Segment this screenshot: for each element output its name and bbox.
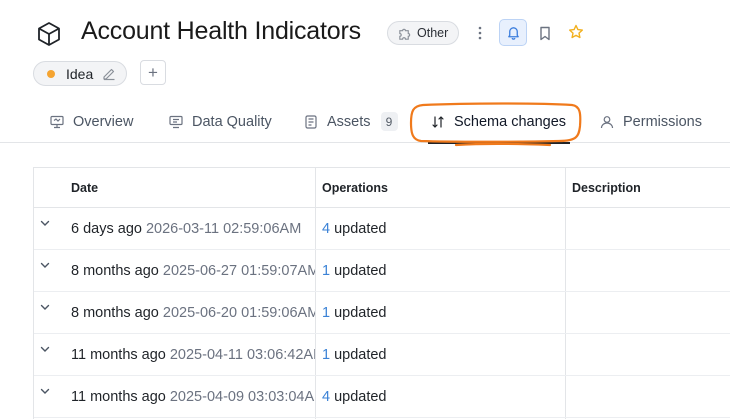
- operations-cell: 1 updated: [322, 250, 562, 292]
- type-badge[interactable]: Other: [387, 21, 460, 45]
- operations-label: updated: [334, 263, 387, 279]
- table-row[interactable]: 8 months ago 2025-06-20 01:59:06AM 1 upd…: [34, 292, 730, 334]
- more-options-button[interactable]: [471, 22, 489, 44]
- relative-date: 11 months ago: [71, 347, 166, 363]
- absolute-date: 2026-03-11 02:59:06AM: [145, 221, 302, 237]
- expand-row-button[interactable]: [37, 342, 53, 356]
- schema-changes-table: Date Operations Description 6 days ago 2…: [33, 167, 730, 419]
- kebab-icon: [478, 26, 482, 40]
- dashboard-icon: [50, 115, 64, 128]
- table-row[interactable]: 8 months ago 2025-06-27 01:59:07AM 1 upd…: [34, 250, 730, 292]
- tab-data-quality[interactable]: Data Quality: [168, 100, 272, 143]
- tab-label: Assets: [327, 113, 371, 130]
- column-header-date[interactable]: Date: [71, 168, 98, 208]
- relative-date: 11 months ago: [71, 389, 166, 405]
- bookmark-icon: [540, 26, 550, 40]
- operations-count[interactable]: 4: [322, 221, 330, 237]
- favorite-button[interactable]: [566, 21, 586, 43]
- date-cell: 11 months ago 2025-04-09 03:03:04AM: [71, 376, 315, 418]
- chevron-down-icon: [40, 304, 50, 310]
- date-cell: 11 months ago 2025-04-11 03:06:42AM: [71, 334, 315, 376]
- relative-date: 6 days ago: [71, 221, 142, 237]
- tab-assets[interactable]: Assets 9: [303, 100, 398, 143]
- tab-label: Overview: [73, 113, 134, 130]
- operations-label: updated: [334, 347, 387, 363]
- tab-label: Data Quality: [192, 113, 272, 130]
- relative-date: 8 months ago: [71, 305, 159, 321]
- absolute-date: 2025-04-11 03:06:42AM: [169, 347, 315, 363]
- assets-icon: [305, 114, 317, 129]
- add-tag-button[interactable]: +: [140, 60, 166, 85]
- page-header: Account Health Indicators Other: [0, 0, 730, 60]
- assets-count-badge: 9: [380, 112, 398, 131]
- expand-row-button[interactable]: [37, 384, 53, 398]
- expand-row-button[interactable]: [37, 216, 53, 230]
- tab-permissions[interactable]: Permissions: [599, 100, 702, 143]
- table-row[interactable]: 11 months ago 2025-04-09 03:03:04AM 4 up…: [34, 376, 730, 418]
- operations-count[interactable]: 4: [322, 389, 330, 405]
- operations-count[interactable]: 1: [322, 305, 330, 321]
- page-title: Account Health Indicators: [81, 17, 361, 45]
- user-icon: [600, 115, 614, 128]
- absolute-date: 2025-06-27 01:59:07AM: [162, 263, 315, 279]
- operations-cell: 4 updated: [322, 376, 562, 418]
- puzzle-icon: [399, 28, 411, 40]
- table-header: Date Operations Description: [34, 168, 730, 208]
- date-cell: 6 days ago 2026-03-11 02:59:06AM: [71, 208, 315, 250]
- chevron-down-icon: [40, 262, 50, 268]
- operations-cell: 1 updated: [322, 334, 562, 376]
- relative-date: 8 months ago: [71, 263, 159, 279]
- column-header-description[interactable]: Description: [572, 168, 641, 208]
- edit-icon[interactable]: [102, 67, 116, 81]
- date-cell: 8 months ago 2025-06-20 01:59:06AM: [71, 292, 315, 334]
- operations-label: updated: [334, 221, 387, 237]
- sort-arrows-icon: [432, 115, 444, 128]
- operations-label: updated: [334, 305, 387, 321]
- status-dot: [47, 69, 55, 78]
- operations-count[interactable]: 1: [322, 347, 330, 363]
- absolute-date: 2025-06-20 01:59:06AM: [162, 305, 315, 321]
- status-badge[interactable]: Idea: [33, 61, 128, 86]
- table-row[interactable]: 11 months ago 2025-04-11 03:06:42AM 1 up…: [34, 334, 730, 376]
- operations-label: updated: [334, 389, 387, 405]
- table-row[interactable]: 6 days ago 2026-03-11 02:59:06AM 4 updat…: [34, 208, 730, 250]
- status-label: Idea: [66, 65, 94, 82]
- tab-label: Permissions: [623, 113, 702, 130]
- cube-icon: [38, 22, 60, 46]
- operations-count[interactable]: 1: [322, 263, 330, 279]
- tab-bar: Overview Data Quality Assets 9 Schema ch…: [0, 100, 730, 144]
- column-header-operations[interactable]: Operations: [322, 168, 388, 208]
- absolute-date: 2025-04-09 03:03:04AM: [169, 389, 315, 405]
- tab-schema-changes[interactable]: Schema changes: [428, 100, 571, 144]
- chevron-down-icon: [40, 346, 50, 352]
- data-quality-icon: [169, 115, 183, 128]
- subscribe-button[interactable]: [499, 19, 527, 46]
- bookmark-button[interactable]: [536, 22, 554, 44]
- date-cell: 8 months ago 2025-06-27 01:59:07AM: [71, 250, 315, 292]
- type-badge-label: Other: [417, 26, 449, 40]
- chevron-down-icon: [40, 388, 50, 394]
- star-icon: [569, 24, 583, 39]
- chevron-down-icon: [40, 220, 50, 226]
- bell-icon: [507, 27, 519, 40]
- operations-cell: 1 updated: [322, 292, 562, 334]
- plus-icon: +: [148, 62, 158, 82]
- expand-row-button[interactable]: [37, 300, 53, 314]
- tab-label: Schema changes: [454, 113, 567, 130]
- tab-overview[interactable]: Overview: [49, 100, 133, 143]
- expand-row-button[interactable]: [37, 258, 53, 272]
- active-tab-indicator: [428, 142, 571, 144]
- operations-cell: 4 updated: [322, 208, 562, 250]
